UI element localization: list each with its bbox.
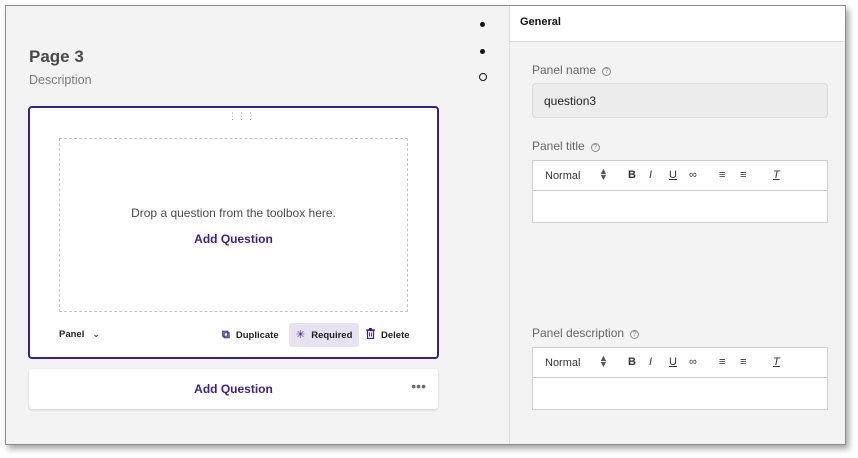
design-canvas: Page 3 Description ⋮⋮⋮ Drop a question f… — [6, 6, 509, 444]
panel-description-text-area[interactable] — [533, 378, 827, 409]
duplicate-icon: ⧉ — [222, 328, 230, 341]
chevron-down-icon: ⌄ — [92, 329, 100, 339]
duplicate-button[interactable]: ⧉ Duplicate — [215, 323, 286, 347]
panel-description-editor: Normal ▲ ▼ B I U ∞ ≡ ≡ T — [532, 347, 828, 410]
panel-title-label-text: Panel title — [532, 139, 585, 153]
panel-element[interactable]: ⋮⋮⋮ Drop a question from the toolbox her… — [28, 106, 439, 359]
rich-text-toolbar: Normal ▲ ▼ B I U ∞ ≡ ≡ T — [533, 348, 827, 378]
add-question-button[interactable]: Add Question — [29, 382, 438, 396]
help-icon[interactable]: ? — [602, 67, 612, 76]
italic-icon[interactable]: I — [649, 356, 652, 368]
delete-label: Delete — [381, 329, 410, 341]
rich-text-toolbar: Normal ▲ ▼ B I U ∞ ≡ ≡ T — [533, 161, 827, 191]
page-nav-dot-current[interactable] — [479, 73, 487, 81]
panel-name-label-text: Panel name — [532, 63, 597, 77]
help-icon[interactable]: ? — [590, 143, 600, 152]
more-options-icon[interactable]: ••• — [411, 378, 426, 394]
underline-icon[interactable]: U — [669, 169, 677, 181]
page-description[interactable]: Description — [29, 73, 92, 87]
panel-type-label: Panel — [59, 329, 85, 340]
bold-icon[interactable]: B — [628, 356, 636, 368]
clear-format-icon[interactable]: T — [773, 356, 780, 368]
format-select[interactable]: Normal — [545, 170, 580, 182]
panel-action-bar: Panel ⌄ ⧉ Duplicate ✳ Required Delete — [30, 322, 437, 348]
format-select[interactable]: Normal — [545, 357, 580, 369]
bullet-list-icon[interactable]: ≡ — [740, 356, 746, 368]
page-nav-dot-1[interactable] — [480, 22, 485, 27]
underline-icon[interactable]: U — [669, 356, 677, 368]
add-question-link[interactable]: Add Question — [60, 232, 407, 246]
page-nav-dot-2[interactable] — [480, 49, 485, 54]
add-question-bar: Add Question ••• — [29, 369, 438, 409]
page-title[interactable]: Page 3 — [29, 47, 84, 67]
link-icon[interactable]: ∞ — [689, 356, 697, 368]
bullet-list-icon[interactable]: ≡ — [740, 169, 746, 181]
italic-icon[interactable]: I — [649, 169, 652, 181]
window-frame: Page 3 Description ⋮⋮⋮ Drop a question f… — [5, 5, 846, 445]
panel-title-editor: Normal ▲ ▼ B I U ∞ ≡ ≡ T — [532, 160, 828, 223]
clear-format-icon[interactable]: T — [773, 169, 780, 181]
updown-arrow-icon[interactable]: ▲ ▼ — [599, 167, 608, 182]
panel-title-text-area[interactable] — [533, 191, 827, 222]
property-grid: General Panel name? Panel title? Normal … — [509, 6, 845, 444]
property-section-header[interactable]: General — [510, 6, 845, 42]
help-icon[interactable]: ? — [630, 330, 640, 339]
bold-icon[interactable]: B — [628, 169, 636, 181]
ordered-list-icon[interactable]: ≡ — [719, 356, 725, 368]
section-title: General — [520, 16, 561, 28]
delete-button[interactable]: Delete — [359, 323, 417, 347]
panel-drop-zone[interactable]: Drop a question from the toolbox here. A… — [59, 138, 408, 312]
required-label: Required — [311, 329, 353, 341]
panel-description-label-text: Panel description — [532, 326, 625, 340]
panel-description-label: Panel description? — [532, 326, 640, 340]
updown-arrow-icon[interactable]: ▲ ▼ — [599, 354, 608, 369]
drop-zone-text: Drop a question from the toolbox here. — [131, 206, 336, 220]
duplicate-label: Duplicate — [235, 329, 279, 341]
link-icon[interactable]: ∞ — [689, 169, 697, 181]
panel-type-dropdown[interactable]: Panel ⌄ — [59, 329, 100, 340]
drag-handle-icon[interactable]: ⋮⋮⋮ — [228, 112, 255, 121]
panel-name-label: Panel name? — [532, 63, 612, 77]
required-button[interactable]: ✳ Required — [289, 323, 360, 347]
panel-title-label: Panel title? — [532, 139, 600, 153]
ordered-list-icon[interactable]: ≡ — [719, 169, 725, 181]
trash-icon — [366, 328, 375, 342]
asterisk-icon: ✳ — [296, 328, 306, 341]
panel-name-input[interactable] — [532, 83, 828, 118]
